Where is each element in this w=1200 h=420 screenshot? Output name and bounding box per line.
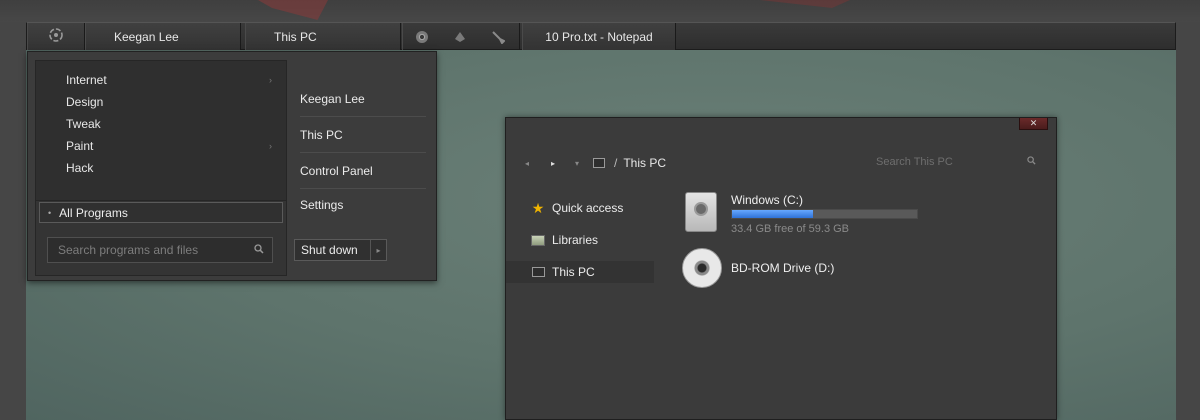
taskbar-thispc-label: This PC xyxy=(274,29,317,44)
nav-pane-libraries[interactable]: Libraries xyxy=(506,229,654,251)
explorer-search-placeholder: Search This PC xyxy=(876,156,953,168)
submenu-arrow-icon: › xyxy=(269,75,272,85)
program-label: Internet xyxy=(66,73,107,87)
search-icon xyxy=(254,243,264,257)
start-user-link[interactable]: Keegan Lee xyxy=(300,82,426,117)
close-button[interactable]: ✕ xyxy=(1019,118,1048,130)
drive-c[interactable]: Windows (C:) 33.4 GB free of 59.3 GB xyxy=(682,192,932,236)
start-right-label: Keegan Lee xyxy=(300,92,365,106)
back-arrow-icon[interactable]: ◂ xyxy=(520,156,534,170)
start-orb-icon xyxy=(48,27,64,46)
start-right-label: Settings xyxy=(300,197,344,212)
libraries-icon xyxy=(530,233,546,247)
search-icon xyxy=(1027,156,1036,168)
start-thispc-link[interactable]: This PC xyxy=(300,118,426,153)
taskbar-user-label: Keegan Lee xyxy=(114,29,179,44)
drive-name: Windows (C:) xyxy=(731,193,804,207)
program-item-internet[interactable]: Internet › xyxy=(66,69,276,91)
screen-border-right xyxy=(1176,22,1200,420)
screen-border-left xyxy=(0,22,26,420)
wallpaper-shape xyxy=(258,0,328,20)
start-right-label: Control Panel xyxy=(300,164,373,178)
program-item-hack[interactable]: Hack xyxy=(66,157,276,179)
computer-icon xyxy=(593,158,605,168)
shutdown-label: Shut down xyxy=(301,243,358,257)
start-menu-left-pane: Internet › Design Tweak Paint › Hack • A… xyxy=(35,60,287,276)
taskbar-user-button[interactable]: Keegan Lee xyxy=(85,23,241,50)
start-right-label: This PC xyxy=(300,128,343,142)
explorer-search-input[interactable]: Search This PC xyxy=(876,156,1036,168)
all-programs-label: All Programs xyxy=(59,205,128,220)
programs-list: Internet › Design Tweak Paint › Hack xyxy=(36,61,286,201)
disc-drive-icon xyxy=(682,248,722,288)
taskbar-thispc-button[interactable]: This PC xyxy=(245,23,401,50)
program-label: Paint xyxy=(66,139,94,153)
paint-icon[interactable] xyxy=(441,23,479,50)
nav-pane-quick-access[interactable]: ★ Quick access xyxy=(506,197,654,219)
close-icon: ✕ xyxy=(1029,118,1038,128)
drive-free-space: 33.4 GB free of 59.3 GB xyxy=(731,223,850,235)
path-separator: / xyxy=(614,156,618,170)
pinned-icons xyxy=(402,23,520,50)
program-label: Design xyxy=(66,95,104,109)
start-search-input[interactable]: Search programs and files xyxy=(47,237,273,263)
program-item-paint[interactable]: Paint › xyxy=(66,135,276,157)
program-item-tweak[interactable]: Tweak xyxy=(66,113,276,135)
taskbar-notepad-label: 10 Pro.txt - Notepad xyxy=(545,29,653,44)
submenu-arrow-icon: › xyxy=(269,141,272,151)
drive-usage-fill xyxy=(732,210,814,218)
star-icon: ★ xyxy=(531,199,545,216)
shutdown-options-arrow-icon[interactable]: ▸ xyxy=(370,240,386,260)
program-item-design[interactable]: Design xyxy=(66,91,276,113)
program-label: Hack xyxy=(66,161,94,175)
recent-locations-icon[interactable]: ▾ xyxy=(570,156,584,170)
forward-arrow-icon[interactable]: ▸ xyxy=(546,156,560,170)
start-menu: Internet › Design Tweak Paint › Hack • A… xyxy=(27,51,437,281)
all-programs-button[interactable]: • All Programs xyxy=(39,202,283,223)
taskbar-notepad-button[interactable]: 10 Pro.txt - Notepad xyxy=(522,23,676,50)
brush-icon[interactable] xyxy=(479,23,517,50)
address-path[interactable]: / This PC xyxy=(614,156,666,170)
nav-pane-label: This PC xyxy=(552,265,595,279)
computer-icon xyxy=(530,265,546,279)
program-label: Tweak xyxy=(66,117,101,131)
wallpaper-shape xyxy=(760,0,850,8)
address-bar: ◂ ▸ ▾ / This PC Search This PC xyxy=(506,154,1056,174)
explorer-window: ✕ ◂ ▸ ▾ / This PC Search This PC ★ Quick … xyxy=(505,117,1057,420)
nav-pane-label: Libraries xyxy=(552,233,599,247)
nav-pane-this-pc[interactable]: This PC xyxy=(506,261,654,283)
start-control-panel-link[interactable]: Control Panel xyxy=(300,154,426,189)
start-button[interactable] xyxy=(27,23,85,50)
shutdown-button[interactable]: Shut down ▸ xyxy=(294,239,387,261)
chrome-icon[interactable] xyxy=(403,23,441,50)
drive-d[interactable]: BD-ROM Drive (D:) xyxy=(682,248,932,290)
bullet-icon: • xyxy=(48,207,52,218)
nav-pane-label: Quick access xyxy=(552,201,624,215)
drive-usage-bar xyxy=(731,209,918,219)
hard-drive-icon xyxy=(685,192,717,232)
taskbar: Keegan Lee This PC 10 Pro.txt - Notepad xyxy=(26,22,1176,50)
address-location: This PC xyxy=(623,156,667,170)
top-strip xyxy=(0,0,1200,22)
drive-name: BD-ROM Drive (D:) xyxy=(731,261,835,275)
start-search-placeholder: Search programs and files xyxy=(58,243,199,257)
start-settings-link[interactable]: Settings xyxy=(300,187,426,222)
